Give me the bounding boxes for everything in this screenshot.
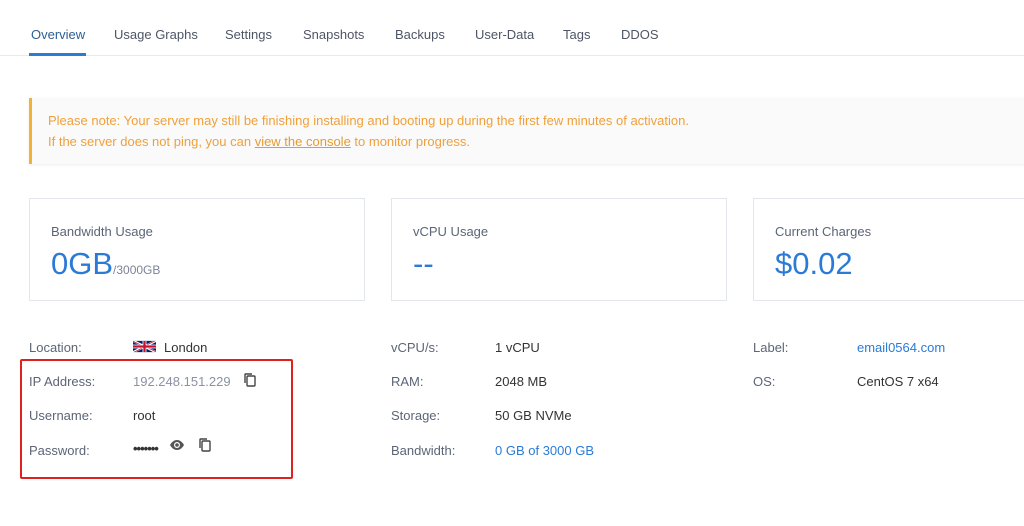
- vcpu-usage-value: --: [413, 246, 434, 281]
- tab-backups[interactable]: Backups: [395, 27, 445, 42]
- activation-notice: Please note: Your server may still be fi…: [29, 98, 1024, 164]
- tab-tags[interactable]: Tags: [563, 27, 590, 42]
- ram-value: 2048 MB: [495, 374, 548, 389]
- tab-usage-graphs[interactable]: Usage Graphs: [114, 27, 198, 42]
- tab-user-data[interactable]: User-Data: [475, 27, 534, 42]
- tab-settings[interactable]: Settings: [225, 27, 272, 42]
- os-value: CentOS 7 x64: [857, 374, 939, 389]
- bandwidth-usage-label: Bandwidth Usage: [51, 224, 153, 239]
- bandwidth-label: Bandwidth:: [391, 443, 456, 458]
- vcpus-value: 1 vCPU: [495, 340, 540, 355]
- tab-overview[interactable]: Overview: [31, 27, 85, 42]
- copy-ip-icon[interactable]: [242, 372, 258, 388]
- eye-icon[interactable]: [169, 437, 185, 453]
- uk-flag-icon: [133, 339, 156, 354]
- current-charges-value: $0.02: [775, 246, 853, 281]
- server-label-value-link[interactable]: email0564.com: [857, 340, 945, 355]
- location-value: London: [164, 340, 208, 355]
- password-label: Password:: [29, 443, 90, 458]
- tab-snapshots[interactable]: Snapshots: [303, 27, 364, 42]
- active-tab-indicator: [29, 53, 86, 56]
- server-label-label: Label:: [753, 340, 789, 355]
- vcpu-usage-label: vCPU Usage: [413, 224, 489, 239]
- vcpus-label: vCPU/s:: [391, 340, 439, 355]
- password-value[interactable]: •••••••: [133, 441, 159, 456]
- username-value[interactable]: root: [133, 408, 155, 423]
- vcpu-usage-card: vCPU Usage --: [391, 198, 727, 301]
- ram-label: RAM:: [391, 374, 424, 389]
- bandwidth-usage-card: Bandwidth Usage 0GB/3000GB: [29, 198, 365, 301]
- tab-ddos[interactable]: DDOS: [621, 27, 659, 42]
- ip-address-label: IP Address:: [29, 374, 96, 389]
- ip-address-value[interactable]: 192.248.151.229: [133, 374, 231, 389]
- bandwidth-total: /3000GB: [113, 263, 161, 277]
- os-label: OS:: [753, 374, 776, 389]
- view-console-link[interactable]: view the console: [255, 134, 351, 149]
- storage-value: 50 GB NVMe: [495, 408, 572, 423]
- bandwidth-usage-value: 0GB/3000GB: [51, 246, 160, 288]
- notice-line-2-prefix: If the server does not ping, you can: [48, 134, 255, 149]
- notice-line-2: If the server does not ping, you can vie…: [48, 134, 470, 149]
- copy-password-icon[interactable]: [197, 437, 213, 453]
- current-charges-label: Current Charges: [775, 224, 872, 239]
- current-charges-card: Current Charges $0.02: [753, 198, 1024, 301]
- username-label: Username:: [29, 408, 93, 423]
- location-label: Location:: [29, 340, 82, 355]
- notice-line-1: Please note: Your server may still be fi…: [48, 113, 689, 128]
- bandwidth-used: 0GB: [51, 246, 114, 281]
- notice-line-2-suffix: to monitor progress.: [350, 134, 471, 149]
- storage-label: Storage:: [391, 408, 441, 423]
- bandwidth-value-link[interactable]: 0 GB of 3000 GB: [495, 443, 594, 458]
- tab-bar: Overview Usage Graphs Settings Snapshots…: [0, 0, 1024, 56]
